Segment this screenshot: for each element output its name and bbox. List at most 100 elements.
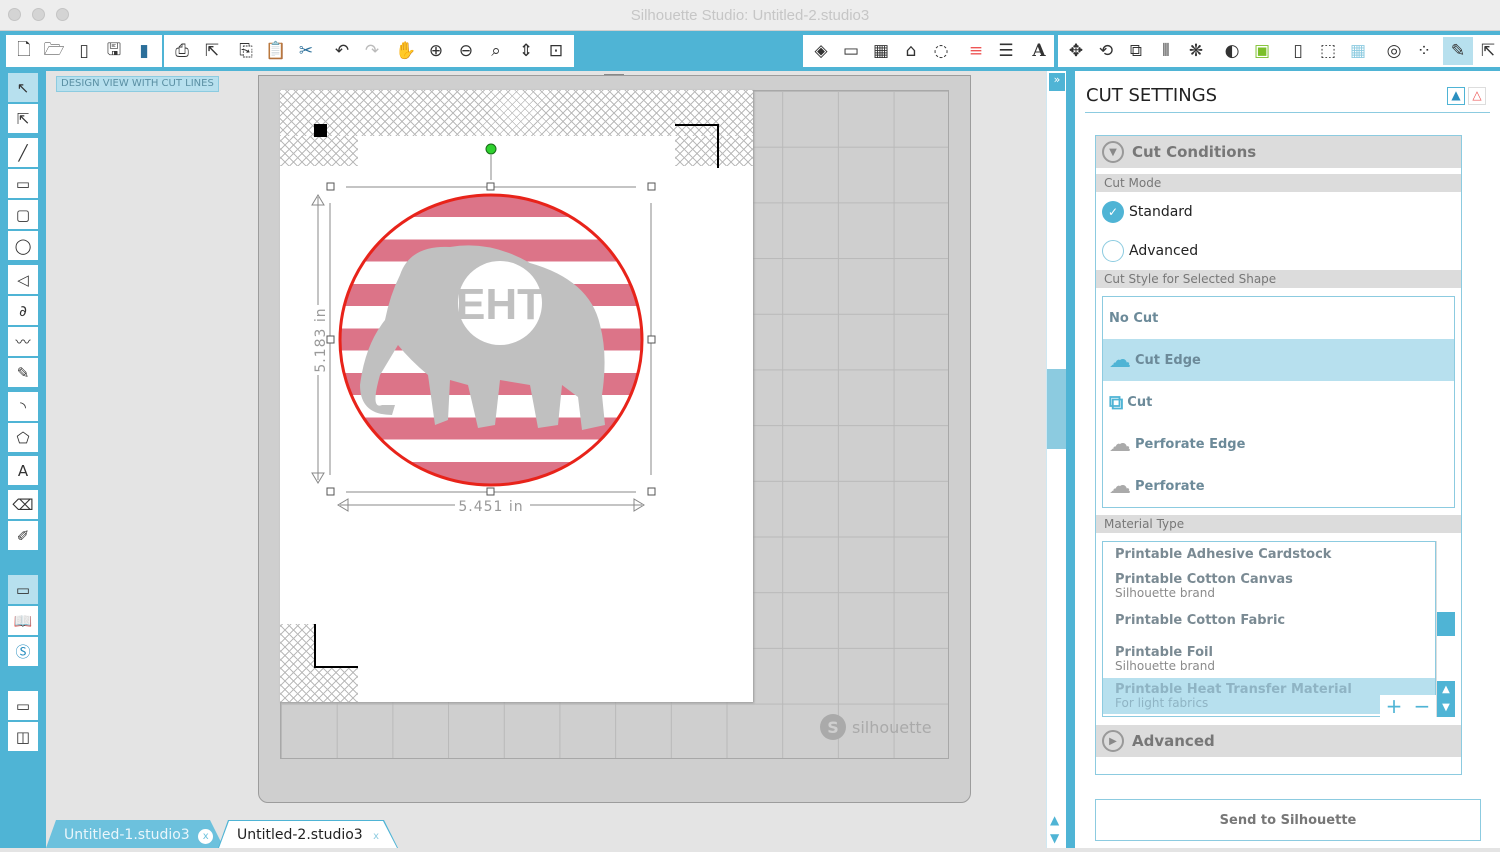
- polygon-draw-icon[interactable]: ◁: [8, 265, 38, 294]
- add-material-button[interactable]: +: [1386, 695, 1403, 717]
- panel-up-button[interactable]: ▲: [1447, 87, 1465, 105]
- material-list[interactable]: Printable Adhesive Cardstock Printable C…: [1102, 541, 1461, 717]
- file-group: 🗋 🗁 ▯ 🖫 ▮: [6, 35, 162, 67]
- design-page-icon[interactable]: ▯: [1283, 37, 1313, 65]
- rotate-icon[interactable]: ⟲: [1091, 37, 1121, 65]
- send-to-silhouette-icon[interactable]: ⇱: [1473, 37, 1500, 65]
- layout-view-icon[interactable]: ▭: [8, 691, 38, 720]
- drag-zoom-icon[interactable]: ⇕: [511, 37, 541, 65]
- eraser-icon[interactable]: ⌫: [8, 490, 38, 519]
- canvas-scrollbar[interactable]: » ▲ ▼: [1046, 71, 1066, 848]
- page-setup-icon[interactable]: ▭: [836, 37, 866, 65]
- line-color-icon[interactable]: ≡: [961, 37, 991, 65]
- unchecked-radio-icon: [1102, 239, 1124, 262]
- rounded-rectangle-icon[interactable]: ▢: [8, 200, 38, 229]
- cut-style-cut[interactable]: ⧉ Cut: [1103, 381, 1454, 423]
- tab-untitled-2[interactable]: Untitled-2.studio3 x: [219, 820, 397, 848]
- save-to-library-icon[interactable]: ▮: [129, 37, 159, 65]
- collapse-panel-button[interactable]: »: [1049, 73, 1065, 91]
- zoom-select-icon[interactable]: ⌕: [481, 37, 511, 65]
- radio-standard[interactable]: ✓ Standard: [1096, 192, 1461, 231]
- arc-tool-icon[interactable]: ◝: [8, 392, 38, 421]
- scroll-down-icon[interactable]: ▼: [1050, 831, 1059, 845]
- open-library-icon[interactable]: ▯: [69, 37, 99, 65]
- cut-border-icon[interactable]: ⬚: [1313, 37, 1343, 65]
- knife-icon[interactable]: ✐: [8, 521, 38, 550]
- text-style-icon[interactable]: A: [1024, 37, 1054, 65]
- cut-conditions-header[interactable]: ▼ Cut Conditions: [1096, 136, 1461, 168]
- material-scrollbar[interactable]: ▲ ▼: [1436, 541, 1456, 717]
- cut-style-no-cut[interactable]: No Cut: [1103, 297, 1454, 339]
- grid-icon[interactable]: ▦: [866, 37, 896, 65]
- grid-settings-icon[interactable]: ▦: [1343, 37, 1373, 65]
- remove-material-button[interactable]: −: [1414, 695, 1431, 717]
- edit-points-icon[interactable]: ⇱: [8, 104, 38, 133]
- undo-icon[interactable]: ↶: [327, 37, 357, 65]
- library-icon[interactable]: ⌂: [896, 37, 926, 65]
- move-icon[interactable]: ✥: [1061, 37, 1091, 65]
- paste-icon[interactable]: 📋: [261, 37, 291, 65]
- scrollbar-thumb[interactable]: [1047, 369, 1066, 449]
- panel-warning-icon[interactable]: △: [1468, 87, 1486, 105]
- modify-icon[interactable]: ⁘: [1409, 37, 1439, 65]
- align-icon[interactable]: ⫴: [1151, 37, 1181, 65]
- curve-tool-icon[interactable]: ∂: [8, 296, 38, 325]
- expand-down-icon[interactable]: ▼: [1102, 141, 1124, 163]
- trace-icon[interactable]: ◐: [1217, 37, 1247, 65]
- scroll-up-icon[interactable]: ▲: [1050, 813, 1059, 827]
- cut-style-perforate-edge[interactable]: ☁ Perforate Edge: [1103, 423, 1454, 465]
- freehand-icon[interactable]: 〰: [8, 327, 38, 356]
- trace-group: ◐ ▣: [1214, 35, 1280, 67]
- material-name: Printable Cotton Fabric: [1115, 613, 1286, 628]
- offset-icon[interactable]: ◎: [1379, 37, 1409, 65]
- point-icon[interactable]: ◌: [926, 37, 956, 65]
- new-document-icon[interactable]: 🗋: [9, 37, 39, 65]
- rotate-handle[interactable]: [485, 143, 497, 155]
- cut-style-cut-edge[interactable]: ☁ Cut Edge: [1103, 339, 1454, 381]
- replicate-icon[interactable]: ❋: [1181, 37, 1211, 65]
- line-style-icon[interactable]: ☰: [991, 37, 1021, 65]
- regular-polygon-icon[interactable]: ⬠: [8, 423, 38, 452]
- library-view-icon[interactable]: 📖: [8, 606, 38, 635]
- monogram-text: EHT: [456, 280, 544, 329]
- material-item[interactable]: Printable Cotton Canvas Silhouette brand: [1103, 567, 1435, 605]
- line-tool-icon[interactable]: ╱: [8, 138, 38, 167]
- rectangle-tool-icon[interactable]: ▭: [8, 169, 38, 198]
- tab-untitled-1[interactable]: Untitled-1.studio3 x: [46, 820, 224, 848]
- design-selection[interactable]: EHT 5.183 in 5.451 in: [300, 135, 680, 525]
- material-item[interactable]: Printable Adhesive Cardstock: [1103, 542, 1435, 567]
- split-view-icon[interactable]: ◫: [8, 722, 38, 751]
- cut-style-perforate[interactable]: ☁ Perforate: [1103, 465, 1454, 507]
- print-icon[interactable]: ⎙: [167, 37, 197, 65]
- send-to-silhouette-button[interactable]: Send to Silhouette: [1095, 799, 1481, 841]
- material-scroll-arrows[interactable]: ▲ ▼: [1437, 681, 1455, 717]
- scissors-icon[interactable]: ✂: [291, 37, 321, 65]
- pan-hand-icon[interactable]: ✋: [391, 37, 421, 65]
- advanced-header[interactable]: ▶ Advanced: [1096, 725, 1461, 757]
- save-icon[interactable]: 🖫: [99, 37, 129, 65]
- zoom-out-icon[interactable]: ⊖: [451, 37, 481, 65]
- open-folder-icon[interactable]: 🗁: [39, 37, 69, 65]
- smooth-freehand-icon[interactable]: ✎: [8, 358, 38, 387]
- redo-icon[interactable]: ↷: [357, 37, 387, 65]
- silhouette-store-icon[interactable]: Ⓢ: [8, 637, 38, 666]
- expand-right-icon[interactable]: ▶: [1102, 730, 1124, 752]
- material-scroll-thumb[interactable]: [1437, 612, 1455, 636]
- select-tool-icon[interactable]: ↖: [8, 73, 38, 102]
- close-tab-icon[interactable]: x: [198, 829, 213, 844]
- text-tool-icon[interactable]: A: [8, 456, 38, 485]
- fill-icon[interactable]: ◈: [806, 37, 836, 65]
- store-icon[interactable]: ▣: [1247, 37, 1277, 65]
- ellipse-tool-icon[interactable]: ◯: [8, 231, 38, 260]
- design-view-icon[interactable]: ▭: [8, 575, 38, 604]
- material-item[interactable]: Printable Foil Silhouette brand: [1103, 633, 1435, 678]
- cut-settings-icon[interactable]: ✎: [1443, 37, 1473, 65]
- copy-icon[interactable]: ⎘: [231, 37, 261, 65]
- radio-advanced[interactable]: Advanced: [1096, 231, 1461, 270]
- send-icon[interactable]: ⇱: [197, 37, 227, 65]
- history-group: ↶ ↷: [324, 35, 390, 67]
- fit-to-page-icon[interactable]: ⊡: [541, 37, 571, 65]
- scale-icon[interactable]: ⧉: [1121, 37, 1151, 65]
- material-item[interactable]: Printable Cotton Fabric: [1103, 605, 1435, 633]
- zoom-in-icon[interactable]: ⊕: [421, 37, 451, 65]
